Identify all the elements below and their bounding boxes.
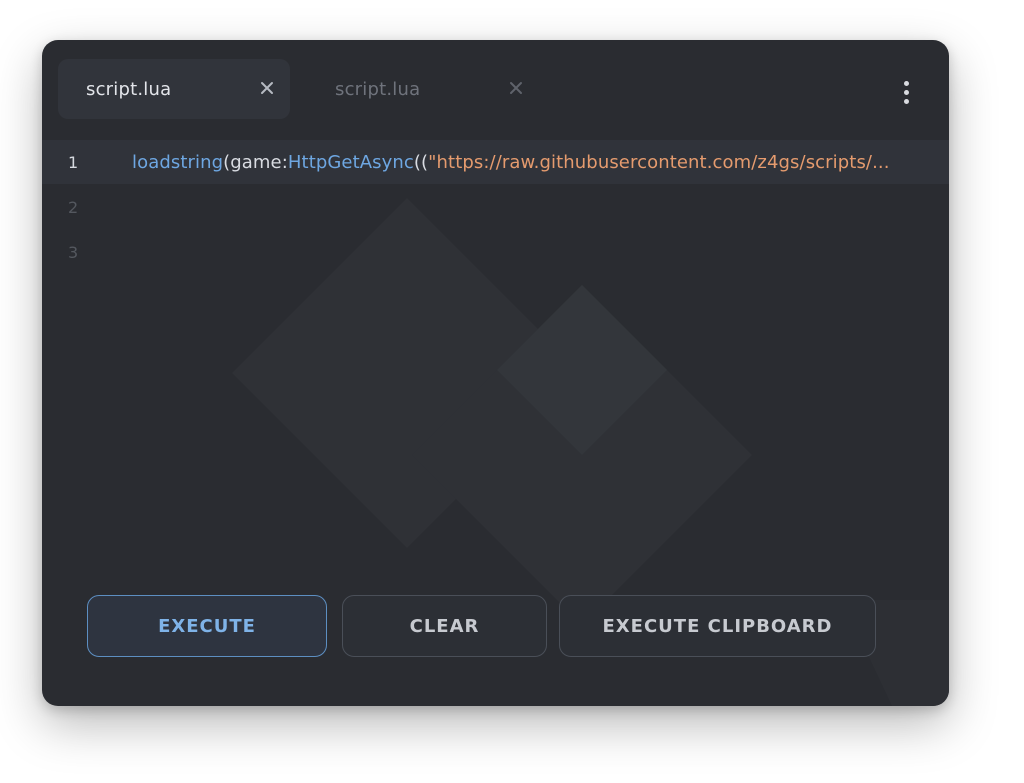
execute-clipboard-button[interactable]: EXECUTE CLIPBOARD [559,595,876,657]
code-line[interactable]: 3 [42,230,949,274]
close-icon[interactable] [256,77,278,99]
execute-button[interactable]: EXECUTE [87,595,327,657]
executor-window: script.lua script.lua 1 loadstring(game:… [42,40,949,706]
tab-script-active[interactable]: script.lua [58,59,290,119]
tab-label: script.lua [86,78,172,100]
code-line[interactable]: 2 [42,185,949,229]
line-number: 3 [68,242,79,262]
code-line[interactable]: 1 loadstring(game:HttpGetAsync(("https:/… [42,140,949,184]
tab-script-inactive[interactable]: script.lua [307,59,539,119]
line-number: 2 [68,197,79,217]
code-token: "https://raw.githubusercontent.com/z4gs/… [428,151,890,173]
more-vertical-icon[interactable] [894,76,918,108]
tab-label: script.lua [335,78,421,100]
code-text: loadstring(game:HttpGetAsync(("https://r… [132,152,890,173]
code-editor[interactable]: 1 loadstring(game:HttpGetAsync(("https:/… [42,140,949,580]
code-token: (( [413,151,429,173]
code-token: loadstring [132,151,224,173]
code-token: HttpGetAsync [287,151,414,173]
close-icon[interactable] [505,77,527,99]
line-number: 1 [68,152,79,172]
clear-button[interactable]: CLEAR [342,595,547,657]
code-token: (game: [223,151,288,173]
